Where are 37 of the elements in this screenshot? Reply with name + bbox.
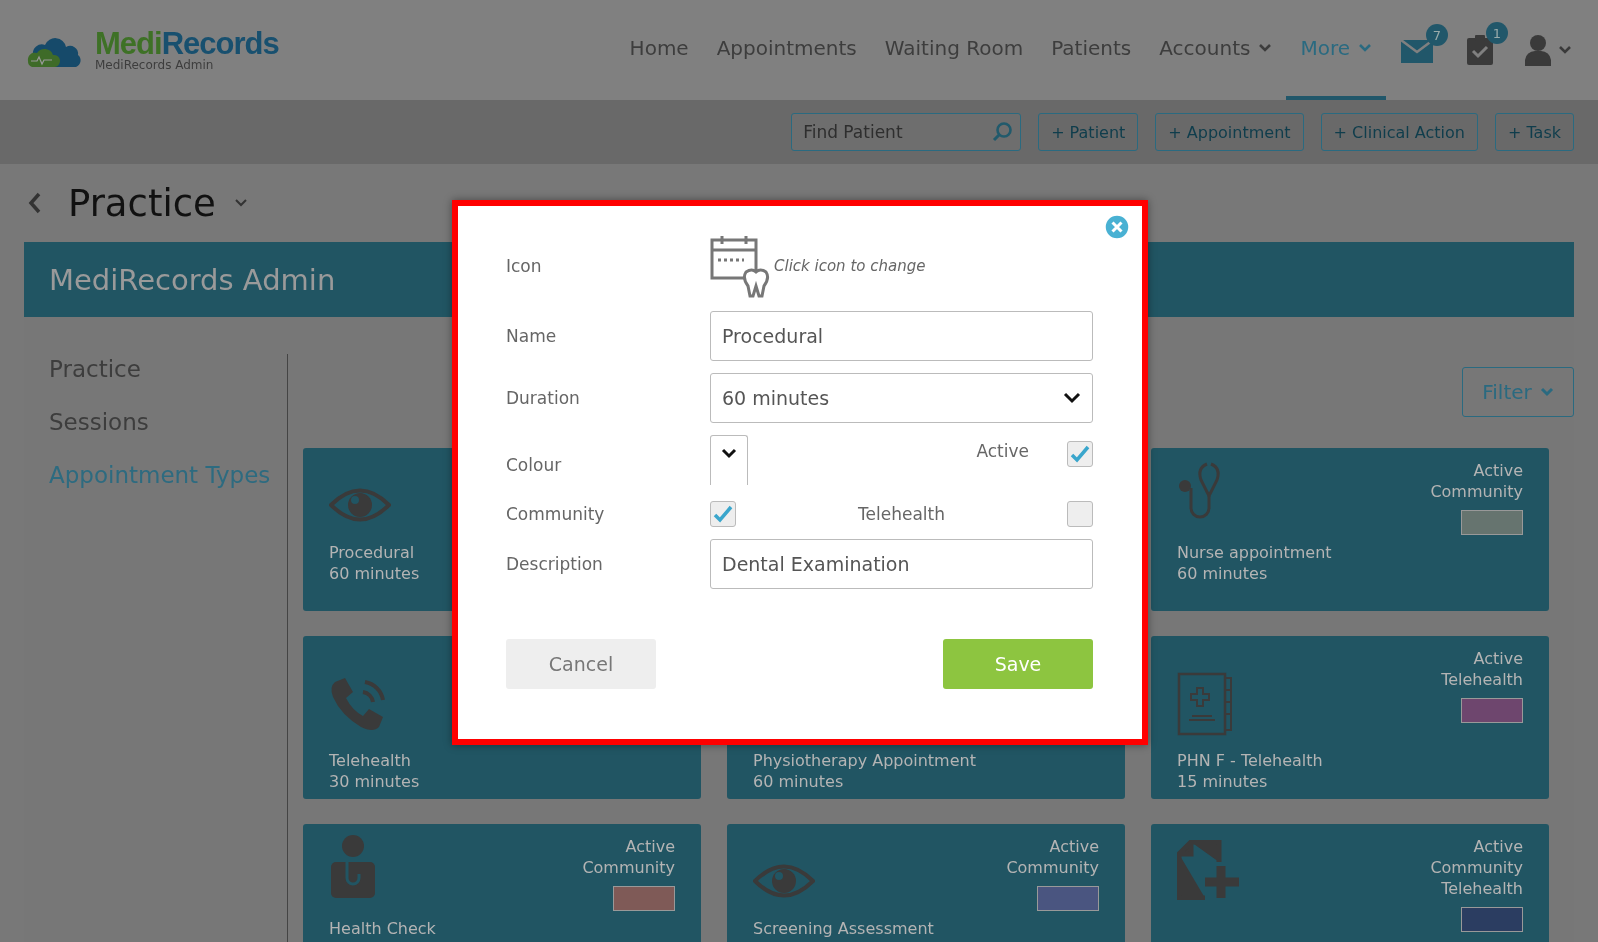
checkbox-label: Active — [976, 440, 1029, 461]
status-label: Active — [1473, 460, 1523, 481]
message-count-badge: 7 — [1426, 24, 1448, 46]
field-label: Colour — [506, 454, 563, 475]
status-label: Community — [1006, 857, 1099, 878]
field-label: Icon — [506, 256, 543, 276]
page-title: Practice — [68, 181, 216, 225]
brand-subtitle: MediRecords Admin — [95, 59, 215, 71]
appointment-type-name: Physiotherapy Appointment — [753, 750, 976, 771]
field-label: Name — [506, 326, 558, 346]
checkbox-label: Telehealth — [858, 504, 945, 524]
appointment-type-name: Nurse appointment — [1177, 542, 1332, 563]
appointment-type-name: PHN F - Telehealth — [1177, 750, 1323, 771]
status-label: Active — [1473, 836, 1523, 857]
field-label: Community — [506, 504, 606, 524]
icon-hint: Click icon to change — [774, 257, 926, 275]
status-label: Community — [582, 857, 675, 878]
appointment-duration: 60 minutes — [1177, 563, 1269, 584]
task-count-badge: 1 — [1486, 22, 1508, 44]
status-label: Telehealth — [1441, 878, 1523, 899]
appointment-duration: 60 minutes — [753, 771, 845, 792]
status-label: Active — [625, 836, 675, 857]
field-label: Description — [506, 554, 604, 574]
status-label: Telehealth — [1441, 669, 1523, 690]
appointment-type-name: Telehealth — [329, 750, 412, 771]
appointment-duration: 60 minutes — [329, 563, 420, 584]
appointment-type-name: Health Check — [329, 918, 436, 939]
appointment-duration: 15 minutes — [1177, 771, 1269, 792]
status-label: Active — [1473, 648, 1523, 669]
status-label: Active — [1049, 836, 1099, 857]
brand-name: MediRecords — [95, 29, 279, 59]
appointment-duration: 30 minutes — [329, 771, 420, 792]
appointment-type-name: Procedural — [329, 542, 416, 563]
status-label: Community — [1430, 481, 1523, 502]
field-label: Duration — [506, 388, 581, 408]
appointment-type-name: Screening Assessment — [753, 918, 934, 939]
status-label: Community — [1430, 857, 1523, 878]
